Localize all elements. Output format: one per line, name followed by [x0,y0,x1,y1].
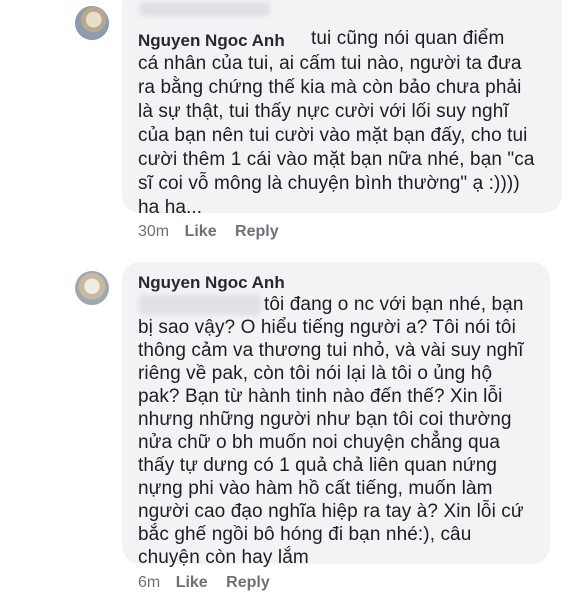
comment-meta: 6m Like Reply [138,574,270,592]
comment-text-line: riêng về pak, còn tôi nói lại là tôi o ủ… [138,363,493,384]
comment-text-line: nựng phi vào hàm hồ cất tiếng, muốn làm [138,478,493,499]
like-button[interactable]: Like [176,574,208,591]
reply-button[interactable]: Reply [226,574,270,591]
comment-text-line: nửa chữ o bh muốn noi chuyện chẳng qua [138,432,500,453]
comment-time[interactable]: 6m [138,574,160,591]
comment-text-line: bắc ghế ngồi bô hóng đi bạn nhé:), câu [138,524,472,545]
comment-text-line: chuyện còn hay lắm [138,547,309,568]
comment-text-line: thông cảm va thương tui nhỏ, và vài suy … [138,340,524,361]
comment-text-line: tôi đang o nc với bạn nhé, bạn [264,294,524,315]
comment-2: Nguyen Ngoc Anh tôi đang o nc với bạn nh… [0,0,580,604]
comment-text-line: thấy tự dưng có 1 quả chả liên quan nứng [138,455,498,476]
comment-text-line: pak? Bạn từ hành tinh nào đến thế? Xin l… [138,386,503,407]
avatar[interactable] [75,271,109,305]
comment-text-line: bị sao vậy? O hiểu tiếng người a? Tôi nó… [138,317,516,338]
redacted-name [139,295,261,315]
comment-text-line: nhưng những người như bạn tôi coi thường [138,409,512,430]
comment-author[interactable]: Nguyen Ngoc Anh [138,273,285,293]
comment-text-line: người cao đạo nghĩa hiệp ra tay à? Xin l… [138,501,524,522]
